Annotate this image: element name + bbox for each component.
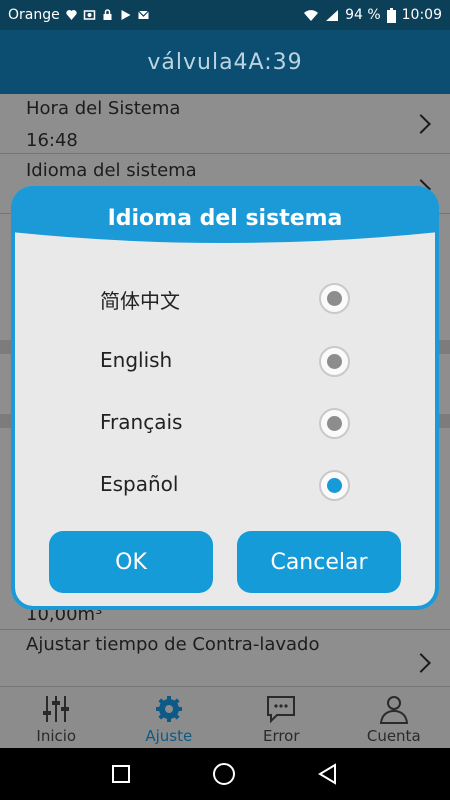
list-item-label: Hora del Sistema [26, 98, 181, 119]
dialog-title: Idioma del sistema [107, 206, 343, 231]
list-item-value: 16:48 [26, 130, 78, 151]
play-store-icon [121, 10, 131, 20]
photo-icon [83, 10, 95, 20]
nav-item-inicio[interactable]: Inicio [0, 687, 113, 748]
sliders-icon [43, 696, 70, 722]
signal-icon [326, 9, 339, 21]
radio-dot [327, 291, 342, 306]
home-icon[interactable] [212, 762, 236, 786]
battery-level: 94 % [345, 7, 381, 23]
nav-item-error[interactable]: Error [225, 687, 338, 748]
radio-button[interactable] [319, 346, 350, 377]
status-left: Orange [8, 7, 150, 23]
language-option-chinese[interactable]: 简体中文 [11, 273, 439, 325]
battery-icon [386, 7, 396, 23]
status-right: 94 % 10:09 [303, 7, 442, 23]
option-label: English [100, 348, 173, 372]
language-option-french[interactable]: Français [11, 398, 439, 450]
radio-dot [327, 478, 342, 493]
nav-item-ajuste[interactable]: Ajuste [113, 687, 226, 748]
nav-label: Error [262, 727, 300, 745]
lock-icon [103, 9, 112, 20]
carrier-name: Orange [8, 7, 60, 23]
clock: 10:09 [401, 7, 442, 23]
list-item-backwash-time[interactable]: Ajustar tiempo de Contra-lavado [0, 630, 450, 686]
nav-label: Cuenta [366, 727, 421, 745]
gear-icon [155, 696, 182, 722]
ok-button[interactable]: OK [49, 531, 213, 593]
recent-apps-icon[interactable] [111, 764, 131, 784]
list-item-system-time[interactable]: Hora del Sistema 16:48 [0, 94, 450, 154]
option-label: Español [100, 472, 179, 496]
language-option-english[interactable]: English [11, 336, 439, 388]
dialog-header-background [11, 186, 439, 243]
nav-label: Ajuste [145, 727, 193, 745]
chevron-right-icon [411, 653, 431, 673]
radio-button[interactable] [319, 283, 350, 314]
nav-item-cuenta[interactable]: Cuenta [338, 687, 450, 748]
chat-bubble-icon [267, 696, 296, 724]
chevron-right-icon [411, 114, 431, 134]
wifi-icon [304, 9, 319, 21]
back-icon[interactable] [317, 763, 339, 785]
list-item-label: Idioma del sistema [26, 160, 197, 181]
status-bar: Orange 94 % 10:09 [0, 0, 450, 30]
language-dialog: Idioma del sistema 简体中文 English Français… [11, 186, 439, 610]
list-item-label: Ajustar tiempo de Contra-lavado [26, 634, 320, 655]
system-nav-bar [0, 748, 450, 800]
language-option-spanish[interactable]: Español [11, 460, 439, 512]
radio-button[interactable] [319, 408, 350, 439]
heart-icon [66, 10, 77, 20]
radio-dot [327, 416, 342, 431]
option-label: Français [100, 410, 183, 434]
nav-label: Inicio [36, 727, 77, 745]
bottom-nav: Inicio Ajuste Error Cuenta [0, 686, 450, 748]
mail-icon [137, 10, 149, 19]
option-label: 简体中文 [100, 289, 180, 313]
radio-dot [327, 354, 342, 369]
person-icon [379, 696, 408, 724]
cancel-button[interactable]: Cancelar [237, 531, 401, 593]
app-header: válvula4A:39 [0, 30, 450, 94]
page-title: válvula4A:39 [147, 49, 303, 75]
radio-button-selected[interactable] [319, 470, 350, 501]
